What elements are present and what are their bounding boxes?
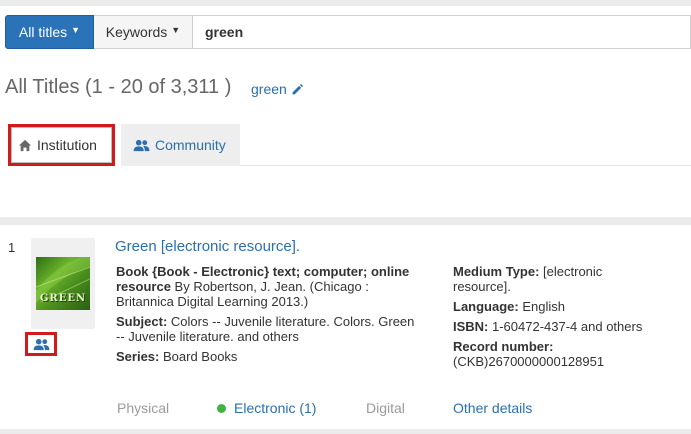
- caret-down-icon: ▼: [171, 24, 181, 35]
- physical-availability: Physical: [117, 400, 170, 416]
- record-medium: Medium Type: [electronic resource].: [453, 264, 653, 294]
- thumbnail-card[interactable]: GREEN: [31, 238, 95, 329]
- tab-institution-label: Institution: [37, 137, 97, 153]
- record-isbn: ISBN: 1-60472-437-4 and others: [453, 319, 653, 334]
- electronic-availability-link[interactable]: Electronic (1): [217, 400, 316, 416]
- record-details: Book {Book - Electronic} text; computer;…: [116, 264, 416, 369]
- availability-row: Physical Electronic (1) Digital Other de…: [0, 400, 691, 418]
- series-value: Board Books: [159, 349, 238, 364]
- isbn-value: 1-60472-437-4 and others: [488, 319, 643, 334]
- record-series: Series: Board Books: [116, 349, 416, 364]
- isbn-label: ISBN:: [453, 319, 489, 334]
- electronic-availability-label: Electronic (1): [234, 400, 317, 416]
- scope-dropdown[interactable]: All titles ▼: [5, 15, 94, 49]
- medium-label: Medium Type:: [453, 264, 540, 279]
- caret-down-icon: ▼: [71, 24, 81, 35]
- search-input[interactable]: [193, 15, 691, 49]
- record-format: Book {Book - Electronic} text; computer;…: [116, 264, 416, 309]
- pencil-icon: [292, 83, 303, 94]
- search-bar: All titles ▼ Keywords ▼: [5, 15, 691, 49]
- tab-divider: [240, 165, 691, 166]
- top-band: [0, 0, 691, 6]
- series-label: Series:: [116, 349, 160, 364]
- record-subject: Subject: Colors -- Juvenile literature. …: [116, 314, 416, 344]
- bottom-band: [0, 429, 691, 434]
- results-title: All Titles (1 - 20 of 3,311 ): [5, 76, 232, 98]
- users-icon: [133, 139, 150, 151]
- record-number-label: Record number:: [453, 339, 554, 354]
- available-dot-icon: [217, 403, 226, 413]
- other-details-link[interactable]: Other details: [453, 400, 532, 416]
- results-tabs: Institution Community: [0, 124, 691, 166]
- home-icon: [18, 139, 32, 151]
- subject-label: Subject:: [116, 314, 168, 329]
- section-separator: [0, 217, 691, 225]
- record-metadata: Medium Type: [electronic resource]. Lang…: [453, 264, 653, 374]
- digital-availability: Digital: [366, 400, 405, 416]
- users-icon: [33, 338, 49, 350]
- language-label: Language:: [453, 299, 519, 314]
- field-dropdown[interactable]: Keywords ▼: [94, 15, 193, 49]
- edit-query-link[interactable]: green: [251, 81, 304, 97]
- community-record-badge[interactable]: [25, 332, 57, 356]
- field-label: Keywords: [105, 24, 168, 40]
- record-title-link[interactable]: Green [electronic resource].: [115, 238, 300, 255]
- scope-label: All titles: [18, 24, 68, 40]
- record-number-value: (CKB)2670000000128951: [453, 354, 605, 369]
- tab-community-label: Community: [155, 137, 226, 153]
- book-cover-image[interactable]: GREEN: [36, 257, 90, 310]
- query-link-text: green: [251, 81, 287, 97]
- tab-institution[interactable]: Institution: [8, 124, 115, 166]
- language-value: English: [518, 299, 565, 314]
- record-number-index: 1: [8, 240, 16, 255]
- record-language: Language: English: [453, 299, 653, 314]
- record-id: Record number: (CKB)2670000000128951: [453, 339, 653, 369]
- tab-community[interactable]: Community: [121, 124, 240, 166]
- cover-title-text: GREEN: [39, 293, 87, 304]
